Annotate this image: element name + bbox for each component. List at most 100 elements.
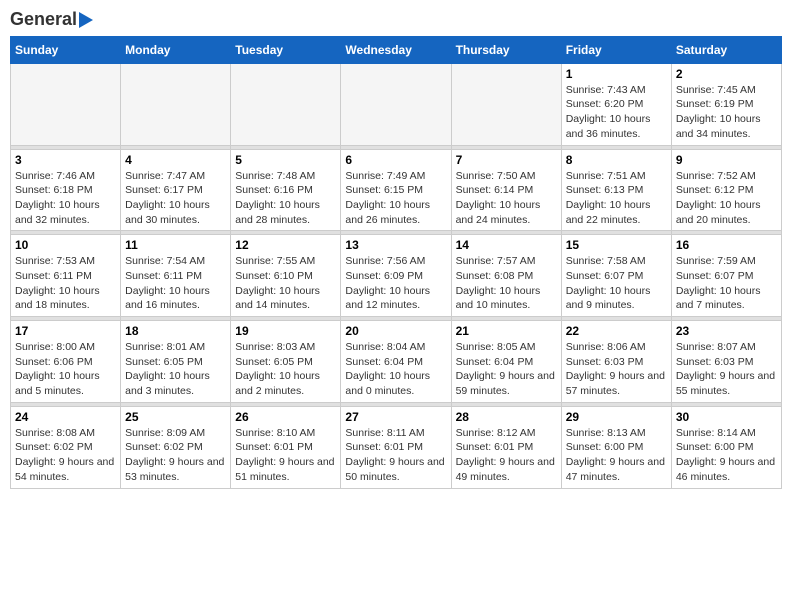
calendar-week-row: 10Sunrise: 7:53 AMSunset: 6:11 PMDayligh… xyxy=(11,235,782,317)
day-number: 16 xyxy=(676,238,777,252)
calendar-table: SundayMondayTuesdayWednesdayThursdayFrid… xyxy=(10,36,782,489)
calendar-cell xyxy=(231,63,341,145)
day-number: 17 xyxy=(15,324,116,338)
calendar-cell xyxy=(341,63,451,145)
calendar-cell: 29Sunrise: 8:13 AMSunset: 6:00 PMDayligh… xyxy=(561,406,671,488)
day-number: 3 xyxy=(15,153,116,167)
day-info: Sunrise: 7:59 AMSunset: 6:07 PMDaylight:… xyxy=(676,254,777,313)
day-info: Sunrise: 8:06 AMSunset: 6:03 PMDaylight:… xyxy=(566,340,667,399)
day-number: 28 xyxy=(456,410,557,424)
day-number: 22 xyxy=(566,324,667,338)
calendar-cell: 8 Sunrise: 7:51 AMSunset: 6:13 PMDaylight… xyxy=(561,149,671,231)
day-number: 7 xyxy=(456,153,557,167)
day-info: Sunrise: 8:13 AMSunset: 6:00 PMDaylight:… xyxy=(566,426,667,485)
calendar-cell: 5Sunrise: 7:48 AMSunset: 6:16 PMDaylight… xyxy=(231,149,341,231)
day-number: 30 xyxy=(676,410,777,424)
day-info: Sunrise: 7:53 AMSunset: 6:11 PMDaylight:… xyxy=(15,254,116,313)
calendar-cell: 9Sunrise: 7:52 AMSunset: 6:12 PMDaylight… xyxy=(671,149,781,231)
day-info: Sunrise: 7:45 AMSunset: 6:19 PMDaylight:… xyxy=(676,83,777,142)
day-number: 6 xyxy=(345,153,446,167)
day-info: Sunrise: 7:43 AMSunset: 6:20 PMDaylight:… xyxy=(566,83,667,142)
day-info: Sunrise: 7:46 AMSunset: 6:18 PMDaylight:… xyxy=(15,169,116,228)
day-info: Sunrise: 8:09 AMSunset: 6:02 PMDaylight:… xyxy=(125,426,226,485)
calendar-cell: 30 Sunrise: 8:14 AMSunset: 6:00 PMDayligh… xyxy=(671,406,781,488)
calendar-cell: 3 Sunrise: 7:46 AMSunset: 6:18 PMDaylight… xyxy=(11,149,121,231)
day-info: Sunrise: 8:04 AMSunset: 6:04 PMDaylight:… xyxy=(345,340,446,399)
day-number: 12 xyxy=(235,238,336,252)
calendar-cell xyxy=(11,63,121,145)
calendar-header-sunday: Sunday xyxy=(11,36,121,63)
calendar-cell: 12 Sunrise: 7:55 AMSunset: 6:10 PMDayligh… xyxy=(231,235,341,317)
logo-text-general: General xyxy=(10,10,77,30)
day-number: 15 xyxy=(566,238,667,252)
day-info: Sunrise: 8:14 AMSunset: 6:00 PMDaylight:… xyxy=(676,426,777,485)
calendar-week-row: 3 Sunrise: 7:46 AMSunset: 6:18 PMDaylight… xyxy=(11,149,782,231)
day-info: Sunrise: 7:47 AMSunset: 6:17 PMDaylight:… xyxy=(125,169,226,228)
calendar-cell: 7 Sunrise: 7:50 AMSunset: 6:14 PMDaylight… xyxy=(451,149,561,231)
calendar-cell: 13 Sunrise: 7:56 AMSunset: 6:09 PMDayligh… xyxy=(341,235,451,317)
day-info: Sunrise: 8:01 AMSunset: 6:05 PMDaylight:… xyxy=(125,340,226,399)
calendar-cell: 17 Sunrise: 8:00 AMSunset: 6:06 PMDayligh… xyxy=(11,321,121,403)
day-number: 25 xyxy=(125,410,226,424)
day-number: 2 xyxy=(676,67,777,81)
day-info: Sunrise: 7:56 AMSunset: 6:09 PMDaylight:… xyxy=(345,254,446,313)
calendar-week-row: 17 Sunrise: 8:00 AMSunset: 6:06 PMDayligh… xyxy=(11,321,782,403)
day-info: Sunrise: 7:57 AMSunset: 6:08 PMDaylight:… xyxy=(456,254,557,313)
calendar-cell: 23 Sunrise: 8:07 AMSunset: 6:03 PMDayligh… xyxy=(671,321,781,403)
calendar-cell: 15 Sunrise: 7:58 AMSunset: 6:07 PMDayligh… xyxy=(561,235,671,317)
calendar-cell: 11 Sunrise: 7:54 AMSunset: 6:11 PMDayligh… xyxy=(121,235,231,317)
day-info: Sunrise: 8:10 AMSunset: 6:01 PMDaylight:… xyxy=(235,426,336,485)
calendar-cell: 22 Sunrise: 8:06 AMSunset: 6:03 PMDayligh… xyxy=(561,321,671,403)
calendar-cell xyxy=(121,63,231,145)
day-number: 27 xyxy=(345,410,446,424)
calendar-cell: 14 Sunrise: 7:57 AMSunset: 6:08 PMDayligh… xyxy=(451,235,561,317)
calendar-cell: 19 Sunrise: 8:03 AMSunset: 6:05 PMDayligh… xyxy=(231,321,341,403)
calendar-cell: 18 Sunrise: 8:01 AMSunset: 6:05 PMDayligh… xyxy=(121,321,231,403)
calendar-header-saturday: Saturday xyxy=(671,36,781,63)
calendar-cell: 10Sunrise: 7:53 AMSunset: 6:11 PMDayligh… xyxy=(11,235,121,317)
calendar-cell: 27 Sunrise: 8:11 AMSunset: 6:01 PMDayligh… xyxy=(341,406,451,488)
day-number: 5 xyxy=(235,153,336,167)
day-number: 19 xyxy=(235,324,336,338)
calendar-header-friday: Friday xyxy=(561,36,671,63)
calendar-cell xyxy=(451,63,561,145)
calendar-cell: 6 Sunrise: 7:49 AMSunset: 6:15 PMDaylight… xyxy=(341,149,451,231)
day-info: Sunrise: 8:03 AMSunset: 6:05 PMDaylight:… xyxy=(235,340,336,399)
day-info: Sunrise: 8:00 AMSunset: 6:06 PMDaylight:… xyxy=(15,340,116,399)
calendar-cell: 24 Sunrise: 8:08 AMSunset: 6:02 PMDayligh… xyxy=(11,406,121,488)
day-info: Sunrise: 7:50 AMSunset: 6:14 PMDaylight:… xyxy=(456,169,557,228)
day-info: Sunrise: 7:49 AMSunset: 6:15 PMDaylight:… xyxy=(345,169,446,228)
day-info: Sunrise: 7:54 AMSunset: 6:11 PMDaylight:… xyxy=(125,254,226,313)
day-number: 26 xyxy=(235,410,336,424)
day-info: Sunrise: 8:05 AMSunset: 6:04 PMDaylight:… xyxy=(456,340,557,399)
calendar-week-row: 1 Sunrise: 7:43 AMSunset: 6:20 PMDaylight… xyxy=(11,63,782,145)
day-number: 4 xyxy=(125,153,226,167)
day-number: 23 xyxy=(676,324,777,338)
day-info: Sunrise: 7:58 AMSunset: 6:07 PMDaylight:… xyxy=(566,254,667,313)
day-number: 8 xyxy=(566,153,667,167)
page-header: General xyxy=(10,10,782,30)
calendar-cell: 4 Sunrise: 7:47 AMSunset: 6:17 PMDaylight… xyxy=(121,149,231,231)
calendar-header-row: SundayMondayTuesdayWednesdayThursdayFrid… xyxy=(11,36,782,63)
day-number: 9 xyxy=(676,153,777,167)
day-number: 18 xyxy=(125,324,226,338)
day-number: 21 xyxy=(456,324,557,338)
day-number: 13 xyxy=(345,238,446,252)
day-info: Sunrise: 8:08 AMSunset: 6:02 PMDaylight:… xyxy=(15,426,116,485)
day-number: 14 xyxy=(456,238,557,252)
day-info: Sunrise: 7:51 AMSunset: 6:13 PMDaylight:… xyxy=(566,169,667,228)
day-number: 24 xyxy=(15,410,116,424)
calendar-cell: 2 Sunrise: 7:45 AMSunset: 6:19 PMDaylight… xyxy=(671,63,781,145)
day-number: 11 xyxy=(125,238,226,252)
calendar-cell: 20 Sunrise: 8:04 AMSunset: 6:04 PMDayligh… xyxy=(341,321,451,403)
calendar-cell: 16 Sunrise: 7:59 AMSunset: 6:07 PMDayligh… xyxy=(671,235,781,317)
day-number: 20 xyxy=(345,324,446,338)
calendar-header-thursday: Thursday xyxy=(451,36,561,63)
calendar-header-tuesday: Tuesday xyxy=(231,36,341,63)
day-number: 1 xyxy=(566,67,667,81)
calendar-cell: 28Sunrise: 8:12 AMSunset: 6:01 PMDayligh… xyxy=(451,406,561,488)
day-info: Sunrise: 8:07 AMSunset: 6:03 PMDaylight:… xyxy=(676,340,777,399)
logo: General xyxy=(10,10,93,30)
day-info: Sunrise: 7:55 AMSunset: 6:10 PMDaylight:… xyxy=(235,254,336,313)
day-info: Sunrise: 8:11 AMSunset: 6:01 PMDaylight:… xyxy=(345,426,446,485)
